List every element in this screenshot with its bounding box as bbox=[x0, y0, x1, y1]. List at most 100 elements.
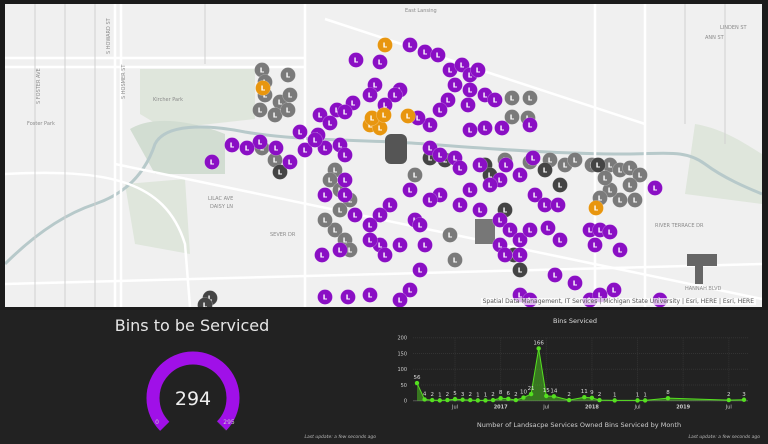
bin-marker-open[interactable]: L bbox=[494, 120, 510, 136]
bin-marker-serviced[interactable]: L bbox=[447, 252, 463, 268]
data-point[interactable] bbox=[528, 391, 534, 397]
data-point[interactable] bbox=[475, 398, 481, 403]
bin-marker-open[interactable]: L bbox=[337, 187, 353, 203]
data-point[interactable] bbox=[635, 398, 640, 403]
bin-marker-open[interactable]: L bbox=[477, 120, 493, 136]
bin-marker-dark[interactable]: L bbox=[512, 262, 528, 278]
bin-marker-open[interactable]: L bbox=[447, 77, 463, 93]
data-point[interactable] bbox=[490, 397, 496, 403]
bin-marker-open[interactable]: L bbox=[472, 202, 488, 218]
bin-marker-open[interactable]: L bbox=[460, 97, 476, 113]
data-point[interactable] bbox=[582, 395, 587, 400]
bin-marker-open[interactable]: L bbox=[239, 140, 255, 156]
bin-marker-open[interactable]: L bbox=[362, 232, 378, 248]
data-point[interactable] bbox=[460, 397, 465, 402]
bin-marker-open[interactable]: L bbox=[347, 207, 363, 223]
bin-marker-open[interactable]: L bbox=[337, 104, 353, 120]
bin-marker-open[interactable]: L bbox=[362, 217, 378, 233]
bin-marker-open[interactable]: L bbox=[612, 242, 628, 258]
data-point[interactable] bbox=[498, 395, 503, 401]
data-point[interactable] bbox=[551, 394, 557, 399]
bin-marker-open[interactable]: L bbox=[462, 182, 478, 198]
bin-marker-open[interactable]: L bbox=[497, 247, 513, 263]
bin-marker-flagged[interactable]: L bbox=[255, 80, 271, 96]
bin-marker-dark[interactable]: L bbox=[537, 162, 553, 178]
bin-marker-serviced[interactable]: L bbox=[332, 202, 348, 218]
bin-marker-serviced[interactable]: L bbox=[407, 167, 423, 183]
bin-marker-serviced[interactable]: L bbox=[597, 170, 613, 186]
bin-marker-open[interactable]: L bbox=[402, 182, 418, 198]
bin-marker-open[interactable]: L bbox=[372, 54, 388, 70]
bin-marker-open[interactable]: L bbox=[462, 82, 478, 98]
data-point[interactable] bbox=[665, 395, 671, 401]
bin-marker-open[interactable]: L bbox=[512, 167, 528, 183]
bin-marker-serviced[interactable]: L bbox=[317, 212, 333, 228]
bin-marker-open[interactable]: L bbox=[602, 224, 618, 240]
data-point[interactable] bbox=[422, 397, 427, 402]
bin-marker-open[interactable]: L bbox=[402, 37, 418, 53]
data-point[interactable] bbox=[437, 398, 443, 403]
bin-marker-open[interactable]: L bbox=[606, 282, 622, 298]
bin-marker-open[interactable]: L bbox=[332, 242, 348, 258]
bin-marker-open[interactable]: L bbox=[337, 172, 353, 188]
bin-marker-open[interactable]: L bbox=[412, 217, 428, 233]
data-point[interactable] bbox=[521, 395, 526, 400]
data-point[interactable] bbox=[642, 398, 648, 403]
bin-marker-flagged[interactable]: L bbox=[377, 37, 393, 53]
bin-marker-open[interactable]: L bbox=[292, 124, 308, 140]
bin-marker-open[interactable]: L bbox=[540, 220, 556, 236]
bin-marker-dark[interactable]: L bbox=[552, 177, 568, 193]
data-point[interactable] bbox=[468, 397, 473, 403]
bin-marker-open[interactable]: L bbox=[362, 87, 378, 103]
data-point[interactable] bbox=[513, 397, 519, 403]
bin-marker-open[interactable]: L bbox=[268, 140, 284, 156]
bin-marker-open[interactable]: L bbox=[487, 92, 503, 108]
bin-marker-flagged[interactable]: L bbox=[588, 200, 604, 216]
bin-marker-serviced[interactable]: L bbox=[252, 102, 268, 118]
data-point[interactable] bbox=[445, 397, 450, 403]
bin-marker-open[interactable]: L bbox=[498, 157, 514, 173]
bin-marker-open[interactable]: L bbox=[547, 267, 563, 283]
bin-marker-open[interactable]: L bbox=[412, 262, 428, 278]
data-point[interactable] bbox=[566, 397, 572, 403]
bin-marker-serviced[interactable]: L bbox=[282, 87, 298, 103]
bin-marker-open[interactable]: L bbox=[482, 177, 498, 193]
bin-marker-open[interactable]: L bbox=[552, 232, 568, 248]
bin-marker-open[interactable]: L bbox=[337, 147, 353, 163]
bin-marker-open[interactable]: L bbox=[462, 122, 478, 138]
data-point[interactable] bbox=[430, 397, 435, 403]
bin-marker-flagged[interactable]: L bbox=[376, 107, 392, 123]
bin-marker-open[interactable]: L bbox=[587, 237, 603, 253]
data-point[interactable] bbox=[544, 393, 549, 399]
bin-marker-open[interactable]: L bbox=[348, 52, 364, 68]
bin-marker-open[interactable]: L bbox=[377, 247, 393, 263]
bin-marker-open[interactable]: L bbox=[307, 132, 323, 148]
bin-marker-open[interactable]: L bbox=[314, 247, 330, 263]
data-point[interactable] bbox=[589, 395, 595, 401]
bin-marker-open[interactable]: L bbox=[432, 147, 448, 163]
bin-marker-open[interactable]: L bbox=[340, 289, 356, 305]
bin-marker-open[interactable]: L bbox=[522, 222, 538, 238]
data-point[interactable] bbox=[506, 396, 511, 402]
bin-marker-open[interactable]: L bbox=[567, 275, 583, 291]
bin-marker-open[interactable]: L bbox=[525, 150, 541, 166]
bin-marker-open[interactable]: L bbox=[417, 44, 433, 60]
data-point[interactable] bbox=[536, 346, 541, 351]
data-point[interactable] bbox=[597, 397, 602, 403]
data-point[interactable] bbox=[741, 397, 747, 402]
data-point[interactable] bbox=[414, 380, 420, 386]
bin-marker-open[interactable]: L bbox=[392, 237, 408, 253]
bin-marker-open[interactable]: L bbox=[452, 160, 468, 176]
data-point[interactable] bbox=[483, 398, 488, 403]
map-view[interactable]: East Lansing Kircher Park Foster Park LI… bbox=[5, 4, 762, 307]
bin-marker-serviced[interactable]: L bbox=[522, 90, 538, 106]
bin-marker-open[interactable]: L bbox=[392, 292, 408, 308]
bin-marker-serviced[interactable]: L bbox=[622, 177, 638, 193]
bin-marker-open[interactable]: L bbox=[422, 192, 438, 208]
data-point[interactable] bbox=[612, 398, 617, 403]
bin-marker-serviced[interactable]: L bbox=[627, 192, 643, 208]
bin-marker-open[interactable]: L bbox=[472, 157, 488, 173]
bin-marker-open[interactable]: L bbox=[322, 115, 338, 131]
bin-marker-open[interactable]: L bbox=[550, 197, 566, 213]
bin-marker-serviced[interactable]: L bbox=[442, 227, 458, 243]
